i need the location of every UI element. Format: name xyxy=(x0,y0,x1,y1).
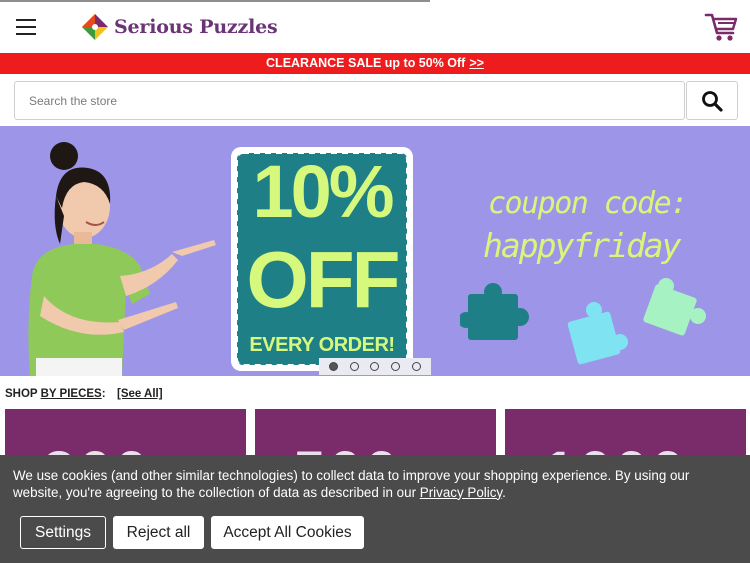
model-pointing-image xyxy=(0,126,230,376)
search-icon xyxy=(702,90,723,112)
shop-by-pieces-heading: SHOP BY PIECES: xyxy=(5,388,106,400)
carousel-dot-1[interactable] xyxy=(328,362,338,371)
coupon-percent: 10% xyxy=(252,150,394,233)
promo-hero-banner[interactable]: 10% OFF EVERY ORDER! coupon code: happyf… xyxy=(0,126,750,376)
carousel-dot-2[interactable] xyxy=(349,362,359,371)
carousel-dot-4[interactable] xyxy=(391,362,401,371)
reject-all-button[interactable]: Reject all xyxy=(113,516,204,549)
shop-by-pieces-link[interactable]: BY PIECES xyxy=(41,388,102,400)
carousel-dot-5[interactable] xyxy=(412,362,422,371)
sale-banner-link[interactable]: >> xyxy=(469,56,484,70)
coupon-code-value: happyfriday xyxy=(483,226,682,265)
cookie-settings-button[interactable]: Settings xyxy=(20,516,106,549)
site-header: Serious Puzzles xyxy=(0,2,750,52)
logo-text: Serious Puzzles xyxy=(114,16,278,38)
search-bar xyxy=(14,81,738,120)
puzzle-logo-icon xyxy=(82,14,108,40)
cart-icon[interactable] xyxy=(704,11,738,43)
see-all-link[interactable]: [See All] xyxy=(117,388,163,400)
menu-icon[interactable] xyxy=(16,19,36,35)
sale-banner-text: CLEARANCE SALE up to 50% Off xyxy=(266,56,466,70)
coupon-every-order: EVERY ORDER! xyxy=(249,334,395,356)
coupon-off: OFF xyxy=(246,235,401,324)
cookie-text-before: We use cookies (and other similar techno… xyxy=(13,468,690,500)
cookie-consent-banner: We use cookies (and other similar techno… xyxy=(0,455,750,563)
cookie-message: We use cookies (and other similar techno… xyxy=(13,468,737,501)
coupon-code-label: coupon code: xyxy=(488,186,688,221)
search-input[interactable] xyxy=(14,81,685,120)
carousel-indicators xyxy=(319,358,431,375)
shop-colon: : xyxy=(101,388,106,400)
site-logo[interactable]: Serious Puzzles xyxy=(80,11,278,43)
accept-all-cookies-button[interactable]: Accept All Cookies xyxy=(211,516,364,549)
privacy-policy-link[interactable]: Privacy Policy xyxy=(420,485,502,500)
search-button[interactable] xyxy=(686,81,738,120)
shop-prefix: SHOP xyxy=(5,388,41,400)
carousel-dot-3[interactable] xyxy=(370,362,380,371)
cookie-text-after: . xyxy=(502,484,506,500)
clearance-sale-banner[interactable]: CLEARANCE SALE up to 50% Off >> xyxy=(0,53,750,74)
puzzle-pieces-graphic xyxy=(460,278,706,365)
